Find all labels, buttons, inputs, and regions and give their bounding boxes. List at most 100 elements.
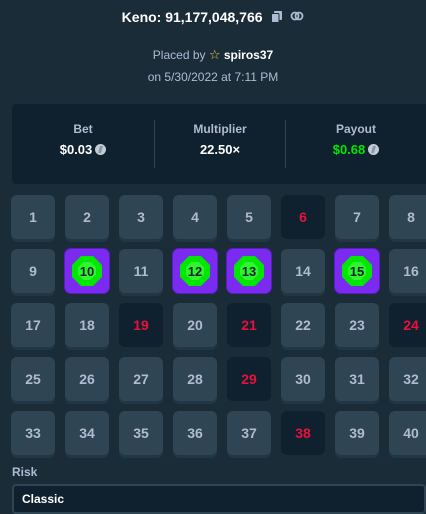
- keno-tile-3[interactable]: 3: [119, 195, 163, 239]
- tile-number: 15: [349, 263, 365, 279]
- keno-tile-14[interactable]: 14: [281, 249, 325, 293]
- bet-stat: Bet $0.03: [12, 104, 154, 184]
- tile-number: 40: [403, 425, 419, 441]
- tile-number: 26: [79, 371, 95, 387]
- gem-icon: 13: [234, 256, 264, 286]
- tile-number: 31: [349, 371, 365, 387]
- bet-value-row: $0.03: [12, 142, 154, 157]
- tile-number: 10: [79, 263, 95, 279]
- keno-tile-24[interactable]: 24: [389, 303, 426, 347]
- keno-tile-22[interactable]: 22: [281, 303, 325, 347]
- keno-tile-34[interactable]: 34: [65, 411, 109, 455]
- keno-tile-32[interactable]: 32: [389, 357, 426, 401]
- tile-number: 35: [133, 425, 149, 441]
- tile-number: 20: [187, 317, 203, 333]
- placed-by: Placed by ☆ spiros37: [0, 47, 426, 63]
- keno-tile-37[interactable]: 37: [227, 411, 271, 455]
- tile-number: 34: [79, 425, 95, 441]
- keno-tile-16[interactable]: 16: [389, 249, 426, 293]
- keno-tile-23[interactable]: 23: [335, 303, 379, 347]
- tile-number: 5: [245, 209, 253, 225]
- keno-tile-7[interactable]: 7: [335, 195, 379, 239]
- tile-number: 3: [137, 209, 145, 225]
- keno-tile-5[interactable]: 5: [227, 195, 271, 239]
- keno-tile-18[interactable]: 18: [65, 303, 109, 347]
- keno-tile-30[interactable]: 30: [281, 357, 325, 401]
- tile-number: 1: [29, 209, 37, 225]
- tile-number: 14: [295, 263, 311, 279]
- tile-number: 6: [299, 209, 307, 225]
- placed-by-label: Placed by: [152, 48, 206, 62]
- tile-number: 33: [25, 425, 41, 441]
- tile-number: 25: [25, 371, 41, 387]
- tile-number: 19: [133, 317, 149, 333]
- multiplier-value: 22.50×: [199, 142, 241, 157]
- tile-number: 30: [295, 371, 311, 387]
- tile-number: 12: [187, 263, 203, 279]
- username-link[interactable]: spiros37: [224, 48, 273, 62]
- keno-tile-26[interactable]: 26: [65, 357, 109, 401]
- keno-tile-12[interactable]: 12: [173, 249, 217, 293]
- gem-icon: 15: [342, 256, 372, 286]
- multiplier-label: Multiplier: [193, 122, 247, 136]
- bet-date: on 5/30/2022 at 7:11 PM: [147, 70, 279, 84]
- tile-number: 32: [403, 371, 419, 387]
- tile-number: 36: [187, 425, 203, 441]
- gem-icon: 10: [72, 256, 102, 286]
- tile-number: 23: [349, 317, 365, 333]
- tile-number: 7: [353, 209, 361, 225]
- tile-number: 22: [295, 317, 311, 333]
- payout-label: Payout: [335, 122, 376, 136]
- keno-tile-38[interactable]: 38: [281, 411, 325, 455]
- keno-tile-8[interactable]: 8: [389, 195, 426, 239]
- keno-tile-29[interactable]: 29: [227, 357, 271, 401]
- payout-value-row: $0.68: [286, 142, 426, 157]
- coin-icon: [368, 144, 380, 155]
- keno-tile-31[interactable]: 31: [335, 357, 379, 401]
- keno-tile-21[interactable]: 21: [227, 303, 271, 347]
- keno-tile-20[interactable]: 20: [173, 303, 217, 347]
- keno-tile-6[interactable]: 6: [281, 195, 325, 239]
- keno-tile-40[interactable]: 40: [389, 411, 426, 455]
- tile-number: 38: [295, 425, 311, 441]
- keno-tile-15[interactable]: 15: [335, 249, 379, 293]
- keno-tile-27[interactable]: 27: [119, 357, 163, 401]
- keno-tile-13[interactable]: 13: [227, 249, 271, 293]
- keno-tile-11[interactable]: 11: [119, 249, 163, 293]
- keno-tile-33[interactable]: 33: [11, 411, 55, 455]
- risk-select[interactable]: Classic: [12, 484, 426, 514]
- bet-title: Keno: 91,177,048,766: [121, 9, 263, 25]
- tile-number: 2: [83, 209, 91, 225]
- keno-tile-28[interactable]: 28: [173, 357, 217, 401]
- keno-tile-10[interactable]: 10: [65, 249, 109, 293]
- copy-icon[interactable]: [271, 9, 283, 27]
- coin-icon: [95, 144, 107, 155]
- bet-header: Keno: 91,177,048,766 Placed by ☆ spiros3…: [0, 0, 426, 100]
- tile-number: 8: [407, 209, 415, 225]
- bet-label: Bet: [73, 122, 93, 136]
- keno-tile-25[interactable]: 25: [11, 357, 55, 401]
- keno-tile-36[interactable]: 36: [173, 411, 217, 455]
- tile-number: 37: [241, 425, 257, 441]
- keno-tile-35[interactable]: 35: [119, 411, 163, 455]
- tile-number: 17: [25, 317, 41, 333]
- keno-tile-9[interactable]: 9: [11, 249, 55, 293]
- risk-label: Risk: [12, 465, 38, 479]
- keno-tile-19[interactable]: 19: [119, 303, 163, 347]
- keno-tile-1[interactable]: 1: [11, 195, 55, 239]
- tile-number: 9: [29, 263, 37, 279]
- keno-tile-17[interactable]: 17: [11, 303, 55, 347]
- tile-number: 13: [241, 263, 257, 279]
- link-icon[interactable]: [290, 9, 304, 27]
- tile-number: 18: [79, 317, 95, 333]
- payout-value: $0.68: [332, 142, 366, 157]
- multiplier-stat: Multiplier 22.50×: [155, 104, 285, 184]
- gem-icon: 12: [180, 256, 210, 286]
- tile-number: 27: [133, 371, 149, 387]
- keno-tile-4[interactable]: 4: [173, 195, 217, 239]
- keno-tile-39[interactable]: 39: [335, 411, 379, 455]
- payout-stat: Payout $0.68: [286, 104, 426, 184]
- keno-tile-2[interactable]: 2: [65, 195, 109, 239]
- tile-number: 11: [133, 263, 149, 279]
- star-icon: ☆: [208, 47, 221, 62]
